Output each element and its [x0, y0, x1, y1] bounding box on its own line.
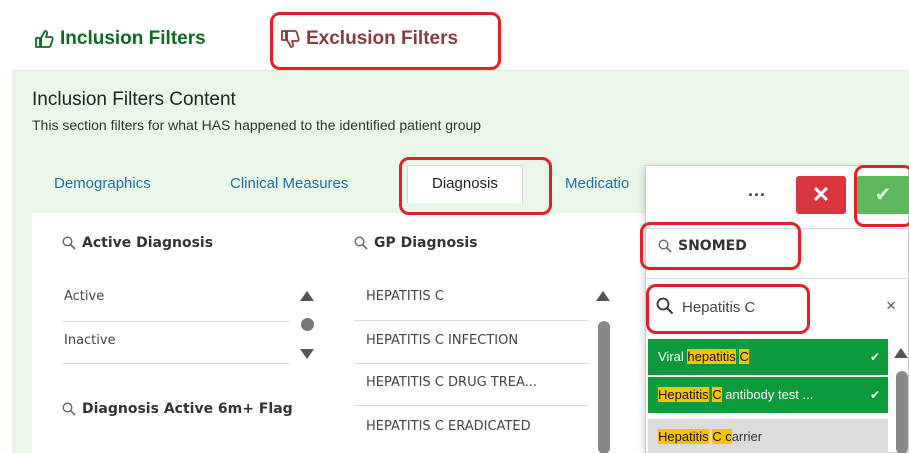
list-item-active[interactable]: Active: [64, 289, 104, 304]
divider: [354, 405, 588, 406]
match-highlight: C c: [712, 429, 732, 444]
tab-demographics[interactable]: Demographics: [54, 175, 151, 192]
divider: [354, 363, 588, 364]
tab-medication[interactable]: Medicatio: [565, 175, 629, 192]
divider: [646, 278, 909, 279]
divider: [354, 320, 588, 321]
gp-item-hepatitis-c-drug[interactable]: HEPATITIS C DRUG TREA...: [366, 375, 537, 390]
search-result-item[interactable]: Hepatitis C carrier: [648, 419, 888, 453]
active-6m-flag-title[interactable]: Diagnosis Active 6m+ Flag: [62, 401, 293, 417]
annotation-diagnosis-tab: [399, 157, 552, 215]
match-highlight: Hepatitis: [658, 387, 709, 402]
cancel-selection-button[interactable]: ✕: [796, 176, 846, 214]
scrollbar-thumb[interactable]: [896, 371, 908, 453]
search-result-item[interactable]: Hepatitis C antibody test ... ✔: [648, 377, 888, 413]
inclusion-filters-label: Inclusion Filters: [60, 28, 206, 49]
annotation-search-input: [646, 284, 810, 334]
result-text: arrier: [731, 429, 763, 444]
search-result-item[interactable]: Viral hepatitis C ✔: [648, 339, 888, 375]
scroll-up-arrow[interactable]: [596, 291, 610, 301]
annotation-snomed-field: [640, 222, 801, 270]
active-diagnosis-title[interactable]: Active Diagnosis: [62, 235, 213, 251]
annotation-exclusion-tab: [270, 12, 501, 70]
clear-search-icon[interactable]: ×: [886, 296, 896, 316]
panel-title: Inclusion Filters Content: [32, 89, 236, 110]
annotation-confirm-button: [854, 165, 909, 227]
inclusion-filters-tab[interactable]: Inclusion Filters: [34, 28, 206, 50]
match-highlight: Hepatitis: [658, 429, 709, 444]
scroll-down-arrow[interactable]: [300, 349, 314, 359]
list-item-inactive[interactable]: Inactive: [64, 333, 116, 348]
gp-item-hepatitis-c-eradicated[interactable]: HEPATITIS C ERADICATED: [366, 419, 531, 434]
gp-item-hepatitis-c-infection[interactable]: HEPATITIS C INFECTION: [366, 333, 518, 348]
screen: Inclusion Filters Exclusion Filters Incl…: [0, 0, 909, 453]
result-text: Viral: [658, 349, 688, 364]
search-icon: [62, 236, 76, 250]
more-options-button[interactable]: ...: [748, 180, 766, 201]
gp-diagnosis-title[interactable]: GP Diagnosis: [354, 235, 478, 251]
match-highlight: hepatitis: [687, 349, 736, 364]
scrollbar-thumb[interactable]: [301, 318, 314, 331]
active-diagnosis-label: Active Diagnosis: [82, 235, 214, 251]
scroll-up-arrow[interactable]: [300, 291, 314, 301]
match-highlight: C: [712, 387, 722, 402]
scroll-up-arrow[interactable]: [894, 348, 908, 358]
panel-subtitle: This section filters for what HAS happen…: [32, 117, 482, 133]
gp-diagnosis-label: GP Diagnosis: [374, 235, 478, 251]
gp-item-hepatitis-c[interactable]: HEPATITIS C: [366, 289, 444, 304]
scrollbar-thumb[interactable]: [598, 321, 610, 453]
divider: [62, 321, 290, 322]
check-icon: ✔: [869, 350, 880, 364]
thumbs-up-icon: [35, 30, 54, 48]
search-icon: [354, 236, 368, 250]
search-icon: [62, 402, 76, 416]
active-6m-flag-label: Diagnosis Active 6m+ Flag: [82, 401, 293, 417]
divider: [62, 363, 290, 364]
match-highlight: C: [739, 349, 749, 364]
tab-clinical-measures[interactable]: Clinical Measures: [230, 175, 348, 192]
result-text: antibody test ...: [721, 387, 814, 402]
check-icon: ✔: [869, 388, 880, 402]
